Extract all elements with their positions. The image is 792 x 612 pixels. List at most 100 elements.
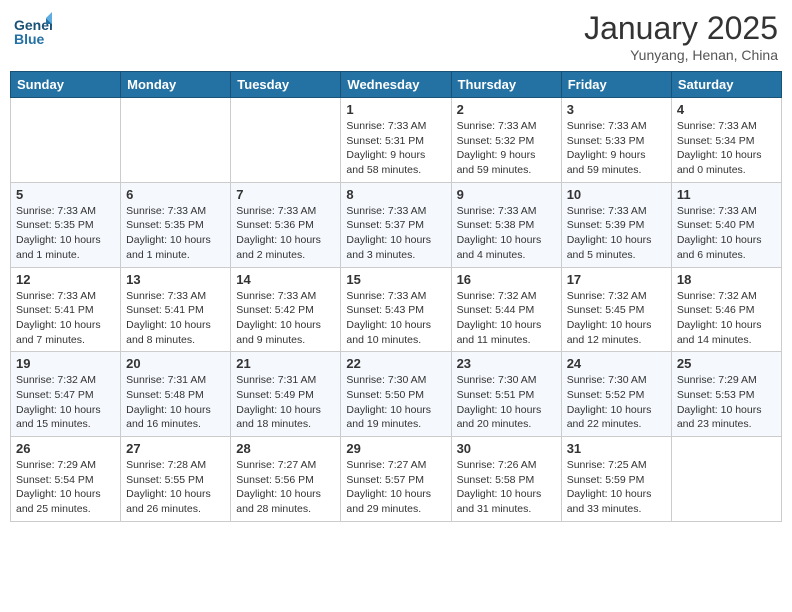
day-number: 12: [16, 272, 115, 287]
day-number: 25: [677, 356, 776, 371]
calendar-cell: 6 Sunrise: 7:33 AMSunset: 5:35 PMDaylight…: [121, 182, 231, 267]
day-number: 26: [16, 441, 115, 456]
cell-info: Sunrise: 7:27 AMSunset: 5:56 PMDaylight:…: [236, 458, 335, 517]
cell-info: Sunrise: 7:30 AMSunset: 5:52 PMDaylight:…: [567, 373, 666, 432]
cell-info: Sunrise: 7:33 AMSunset: 5:32 PMDaylight:…: [457, 119, 556, 178]
day-number: 7: [236, 187, 335, 202]
calendar-cell: 4Sunrise: 7:33 AMSunset: 5:34 PMDaylight…: [671, 98, 781, 183]
day-number: 17: [567, 272, 666, 287]
weekday-header-thursday: Thursday: [451, 72, 561, 98]
calendar-cell: [11, 98, 121, 183]
calendar-cell: 8Sunrise: 7:33 AMSunset: 5:37 PMDaylight…: [341, 182, 451, 267]
cell-info: Sunrise: 7:33 AMSunset: 5:39 PMDaylight:…: [567, 204, 666, 263]
day-number: 27: [126, 441, 225, 456]
day-number: 13: [126, 272, 225, 287]
day-number: 10: [567, 187, 666, 202]
cell-info: Sunrise: 7:30 AMSunset: 5:50 PMDaylight:…: [346, 373, 445, 432]
day-number: 22: [346, 356, 445, 371]
day-number: 20: [126, 356, 225, 371]
day-number: 31: [567, 441, 666, 456]
weekday-header-tuesday: Tuesday: [231, 72, 341, 98]
calendar-cell: 11Sunrise: 7:33 AMSunset: 5:40 PMDayligh…: [671, 182, 781, 267]
calendar-week-row: 5Sunrise: 7:33 AMSunset: 5:35 PMDaylight…: [11, 182, 782, 267]
cell-info: Sunrise: 7:31 AMSunset: 5:48 PMDaylight:…: [126, 373, 225, 432]
logo: General Blue: [14, 10, 54, 48]
calendar-week-row: 1 Sunrise: 7:33 AMSunset: 5:31 PMDaylight…: [11, 98, 782, 183]
calendar-cell: 24 Sunrise: 7:30 AMSunset: 5:52 PMDayligh…: [561, 352, 671, 437]
cell-info: Sunrise: 7:33 AMSunset: 5:38 PMDaylight:…: [457, 204, 556, 263]
calendar-cell: 14 Sunrise: 7:33 AMSunset: 5:42 PMDayligh…: [231, 267, 341, 352]
calendar-cell: 27 Sunrise: 7:28 AMSunset: 5:55 PMDayligh…: [121, 437, 231, 522]
cell-info: Sunrise: 7:33 AMSunset: 5:36 PMDaylight:…: [236, 204, 335, 263]
day-number: 6: [126, 187, 225, 202]
day-number: 24: [567, 356, 666, 371]
cell-info: Sunrise: 7:33 AMSunset: 5:31 PMDaylight:…: [346, 119, 445, 178]
calendar-week-row: 19Sunrise: 7:32 AMSunset: 5:47 PMDayligh…: [11, 352, 782, 437]
calendar-cell: 7 Sunrise: 7:33 AMSunset: 5:36 PMDaylight…: [231, 182, 341, 267]
cell-info: Sunrise: 7:27 AMSunset: 5:57 PMDaylight:…: [346, 458, 445, 517]
calendar-cell: 1 Sunrise: 7:33 AMSunset: 5:31 PMDaylight…: [341, 98, 451, 183]
calendar-cell: 17 Sunrise: 7:32 AMSunset: 5:45 PMDayligh…: [561, 267, 671, 352]
day-number: 3: [567, 102, 666, 117]
cell-info: Sunrise: 7:33 AMSunset: 5:34 PMDaylight:…: [677, 119, 776, 178]
cell-info: Sunrise: 7:33 AMSunset: 5:33 PMDaylight:…: [567, 119, 666, 178]
cell-info: Sunrise: 7:33 AMSunset: 5:35 PMDaylight:…: [126, 204, 225, 263]
cell-info: Sunrise: 7:25 AMSunset: 5:59 PMDaylight:…: [567, 458, 666, 517]
weekday-header-wednesday: Wednesday: [341, 72, 451, 98]
cell-info: Sunrise: 7:33 AMSunset: 5:37 PMDaylight:…: [346, 204, 445, 263]
day-number: 23: [457, 356, 556, 371]
title-area: January 2025 Yunyang, Henan, China: [584, 10, 778, 63]
day-number: 15: [346, 272, 445, 287]
weekday-header-saturday: Saturday: [671, 72, 781, 98]
day-number: 28: [236, 441, 335, 456]
cell-info: Sunrise: 7:28 AMSunset: 5:55 PMDaylight:…: [126, 458, 225, 517]
weekday-header-monday: Monday: [121, 72, 231, 98]
day-number: 29: [346, 441, 445, 456]
calendar-week-row: 26 Sunrise: 7:29 AMSunset: 5:54 PMDayligh…: [11, 437, 782, 522]
calendar-cell: 21 Sunrise: 7:31 AMSunset: 5:49 PMDayligh…: [231, 352, 341, 437]
calendar-cell: 2Sunrise: 7:33 AMSunset: 5:32 PMDaylight…: [451, 98, 561, 183]
calendar-cell: 29 Sunrise: 7:27 AMSunset: 5:57 PMDayligh…: [341, 437, 451, 522]
calendar-cell: 28 Sunrise: 7:27 AMSunset: 5:56 PMDayligh…: [231, 437, 341, 522]
calendar-cell: 12 Sunrise: 7:33 AMSunset: 5:41 PMDayligh…: [11, 267, 121, 352]
calendar-cell: 22 Sunrise: 7:30 AMSunset: 5:50 PMDayligh…: [341, 352, 451, 437]
month-title: January 2025: [584, 10, 778, 47]
calendar-cell: 18Sunrise: 7:32 AMSunset: 5:46 PMDayligh…: [671, 267, 781, 352]
calendar-cell: [671, 437, 781, 522]
calendar-cell: 15Sunrise: 7:33 AMSunset: 5:43 PMDayligh…: [341, 267, 451, 352]
day-number: 30: [457, 441, 556, 456]
cell-info: Sunrise: 7:33 AMSunset: 5:42 PMDaylight:…: [236, 289, 335, 348]
calendar-cell: 30Sunrise: 7:26 AMSunset: 5:58 PMDayligh…: [451, 437, 561, 522]
calendar-cell: 25 Sunrise: 7:29 AMSunset: 5:53 PMDayligh…: [671, 352, 781, 437]
calendar-cell: 19Sunrise: 7:32 AMSunset: 5:47 PMDayligh…: [11, 352, 121, 437]
weekday-header-sunday: Sunday: [11, 72, 121, 98]
calendar-cell: 13 Sunrise: 7:33 AMSunset: 5:41 PMDayligh…: [121, 267, 231, 352]
calendar-cell: 3 Sunrise: 7:33 AMSunset: 5:33 PMDaylight…: [561, 98, 671, 183]
cell-info: Sunrise: 7:33 AMSunset: 5:41 PMDaylight:…: [16, 289, 115, 348]
day-number: 21: [236, 356, 335, 371]
cell-info: Sunrise: 7:29 AMSunset: 5:54 PMDaylight:…: [16, 458, 115, 517]
calendar-cell: 31 Sunrise: 7:25 AMSunset: 5:59 PMDayligh…: [561, 437, 671, 522]
calendar-cell: [121, 98, 231, 183]
calendar-cell: 26 Sunrise: 7:29 AMSunset: 5:54 PMDayligh…: [11, 437, 121, 522]
calendar-cell: 16Sunrise: 7:32 AMSunset: 5:44 PMDayligh…: [451, 267, 561, 352]
cell-info: Sunrise: 7:32 AMSunset: 5:45 PMDaylight:…: [567, 289, 666, 348]
calendar-week-row: 12 Sunrise: 7:33 AMSunset: 5:41 PMDayligh…: [11, 267, 782, 352]
calendar-cell: 5Sunrise: 7:33 AMSunset: 5:35 PMDaylight…: [11, 182, 121, 267]
cell-info: Sunrise: 7:32 AMSunset: 5:47 PMDaylight:…: [16, 373, 115, 432]
day-number: 1: [346, 102, 445, 117]
cell-info: Sunrise: 7:31 AMSunset: 5:49 PMDaylight:…: [236, 373, 335, 432]
calendar-cell: 9Sunrise: 7:33 AMSunset: 5:38 PMDaylight…: [451, 182, 561, 267]
location: Yunyang, Henan, China: [584, 47, 778, 63]
cell-info: Sunrise: 7:29 AMSunset: 5:53 PMDaylight:…: [677, 373, 776, 432]
day-number: 16: [457, 272, 556, 287]
calendar-table: SundayMondayTuesdayWednesdayThursdayFrid…: [10, 71, 782, 522]
calendar-cell: [231, 98, 341, 183]
cell-info: Sunrise: 7:33 AMSunset: 5:35 PMDaylight:…: [16, 204, 115, 263]
day-number: 14: [236, 272, 335, 287]
cell-info: Sunrise: 7:30 AMSunset: 5:51 PMDaylight:…: [457, 373, 556, 432]
svg-text:Blue: Blue: [14, 31, 45, 47]
calendar-cell: 23 Sunrise: 7:30 AMSunset: 5:51 PMDayligh…: [451, 352, 561, 437]
logo-icon: General Blue: [14, 10, 52, 48]
cell-info: Sunrise: 7:33 AMSunset: 5:41 PMDaylight:…: [126, 289, 225, 348]
